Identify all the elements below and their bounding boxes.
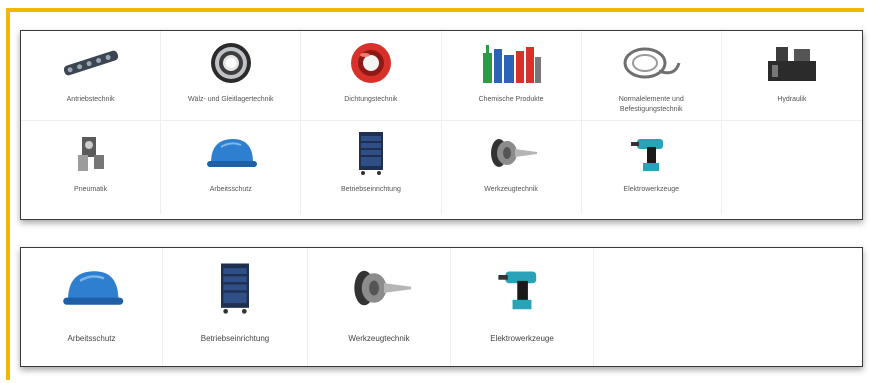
bearing-icon [196, 39, 266, 87]
tile-label: Pneumatik [74, 186, 108, 193]
category-tile-lagertechnik[interactable]: Wälz- und Gleitlagertechnik [161, 31, 302, 121]
empty-tile [722, 121, 862, 214]
category-tile-pneumatik[interactable]: Pneumatik [21, 121, 162, 214]
tile-label: Betriebseinrichtung [200, 334, 270, 343]
pneumatic-valve-icon [56, 129, 126, 177]
category-panel-filtered: Arbeitsschutz Betriebseinrichtung Werkze… [20, 247, 863, 367]
category-tile-betriebseinrichtung[interactable]: Betriebseinrichtung [301, 121, 442, 214]
category-tile-werkzeugtechnik[interactable]: Werkzeugtechnik [308, 248, 451, 366]
tile-label: Elektrowerkzeuge [623, 186, 680, 193]
chemical-bottles-icon [476, 39, 546, 87]
hydraulic-unit-icon [757, 39, 827, 87]
tile-label: Hydraulik [777, 96, 807, 103]
cable-loop-icon [616, 39, 686, 87]
tool-holder-icon [476, 129, 546, 177]
category-tile-hydraulik[interactable]: Hydraulik [721, 31, 862, 121]
tile-label: Arbeitsschutz [67, 334, 116, 343]
category-tile-arbeitsschutz[interactable]: Arbeitsschutz [21, 248, 163, 366]
category-tile-befestigungstechnik[interactable]: Normalelemente und Befestigungstechnik [581, 31, 722, 121]
tile-label: Arbeitsschutz [209, 186, 252, 193]
tool-cabinet-icon [195, 260, 275, 316]
category-tile-betriebseinrichtung[interactable]: Betriebseinrichtung [163, 248, 308, 366]
category-tile-dichtungstechnik[interactable]: Dichtungstechnik [301, 31, 442, 121]
tool-holder-icon [339, 260, 419, 316]
tile-label: Antriebstechnik [66, 96, 115, 103]
category-panel-full: Antriebstechnik Wälz- und Gleitlagertech… [20, 30, 863, 220]
seal-ring-icon [336, 39, 406, 87]
tile-label: Chemische Produkte [478, 96, 544, 103]
hard-hat-icon [196, 129, 266, 177]
tile-label: Elektrowerkzeuge [490, 334, 554, 343]
category-tile-chemische-produkte[interactable]: Chemische Produkte [441, 31, 582, 121]
category-tile-antriebstechnik[interactable]: Antriebstechnik [21, 31, 162, 121]
tile-label: Betriebseinrichtung [340, 186, 401, 193]
category-tile-elektrowerkzeuge[interactable]: Elektrowerkzeuge [451, 248, 594, 366]
hard-hat-icon [52, 260, 132, 316]
empty-tile [594, 248, 862, 366]
power-drill-icon [616, 129, 686, 177]
category-tile-arbeitsschutz[interactable]: Arbeitsschutz [161, 121, 302, 214]
tile-label: Normalelemente und Befestigungstechnik [618, 96, 684, 113]
category-tile-elektrowerkzeuge[interactable]: Elektrowerkzeuge [582, 121, 722, 214]
power-drill-icon [482, 260, 562, 316]
tile-label: Dichtungstechnik [344, 96, 398, 103]
tool-cabinet-icon [336, 129, 406, 177]
chain-icon [56, 39, 126, 87]
tile-label: Wälz- und Gleitlagertechnik [187, 96, 274, 103]
category-tile-werkzeugtechnik[interactable]: Werkzeugtechnik [442, 121, 582, 214]
tile-label: Werkzeugtechnik [348, 334, 410, 343]
tile-label: Werkzeugtechnik [484, 186, 538, 193]
